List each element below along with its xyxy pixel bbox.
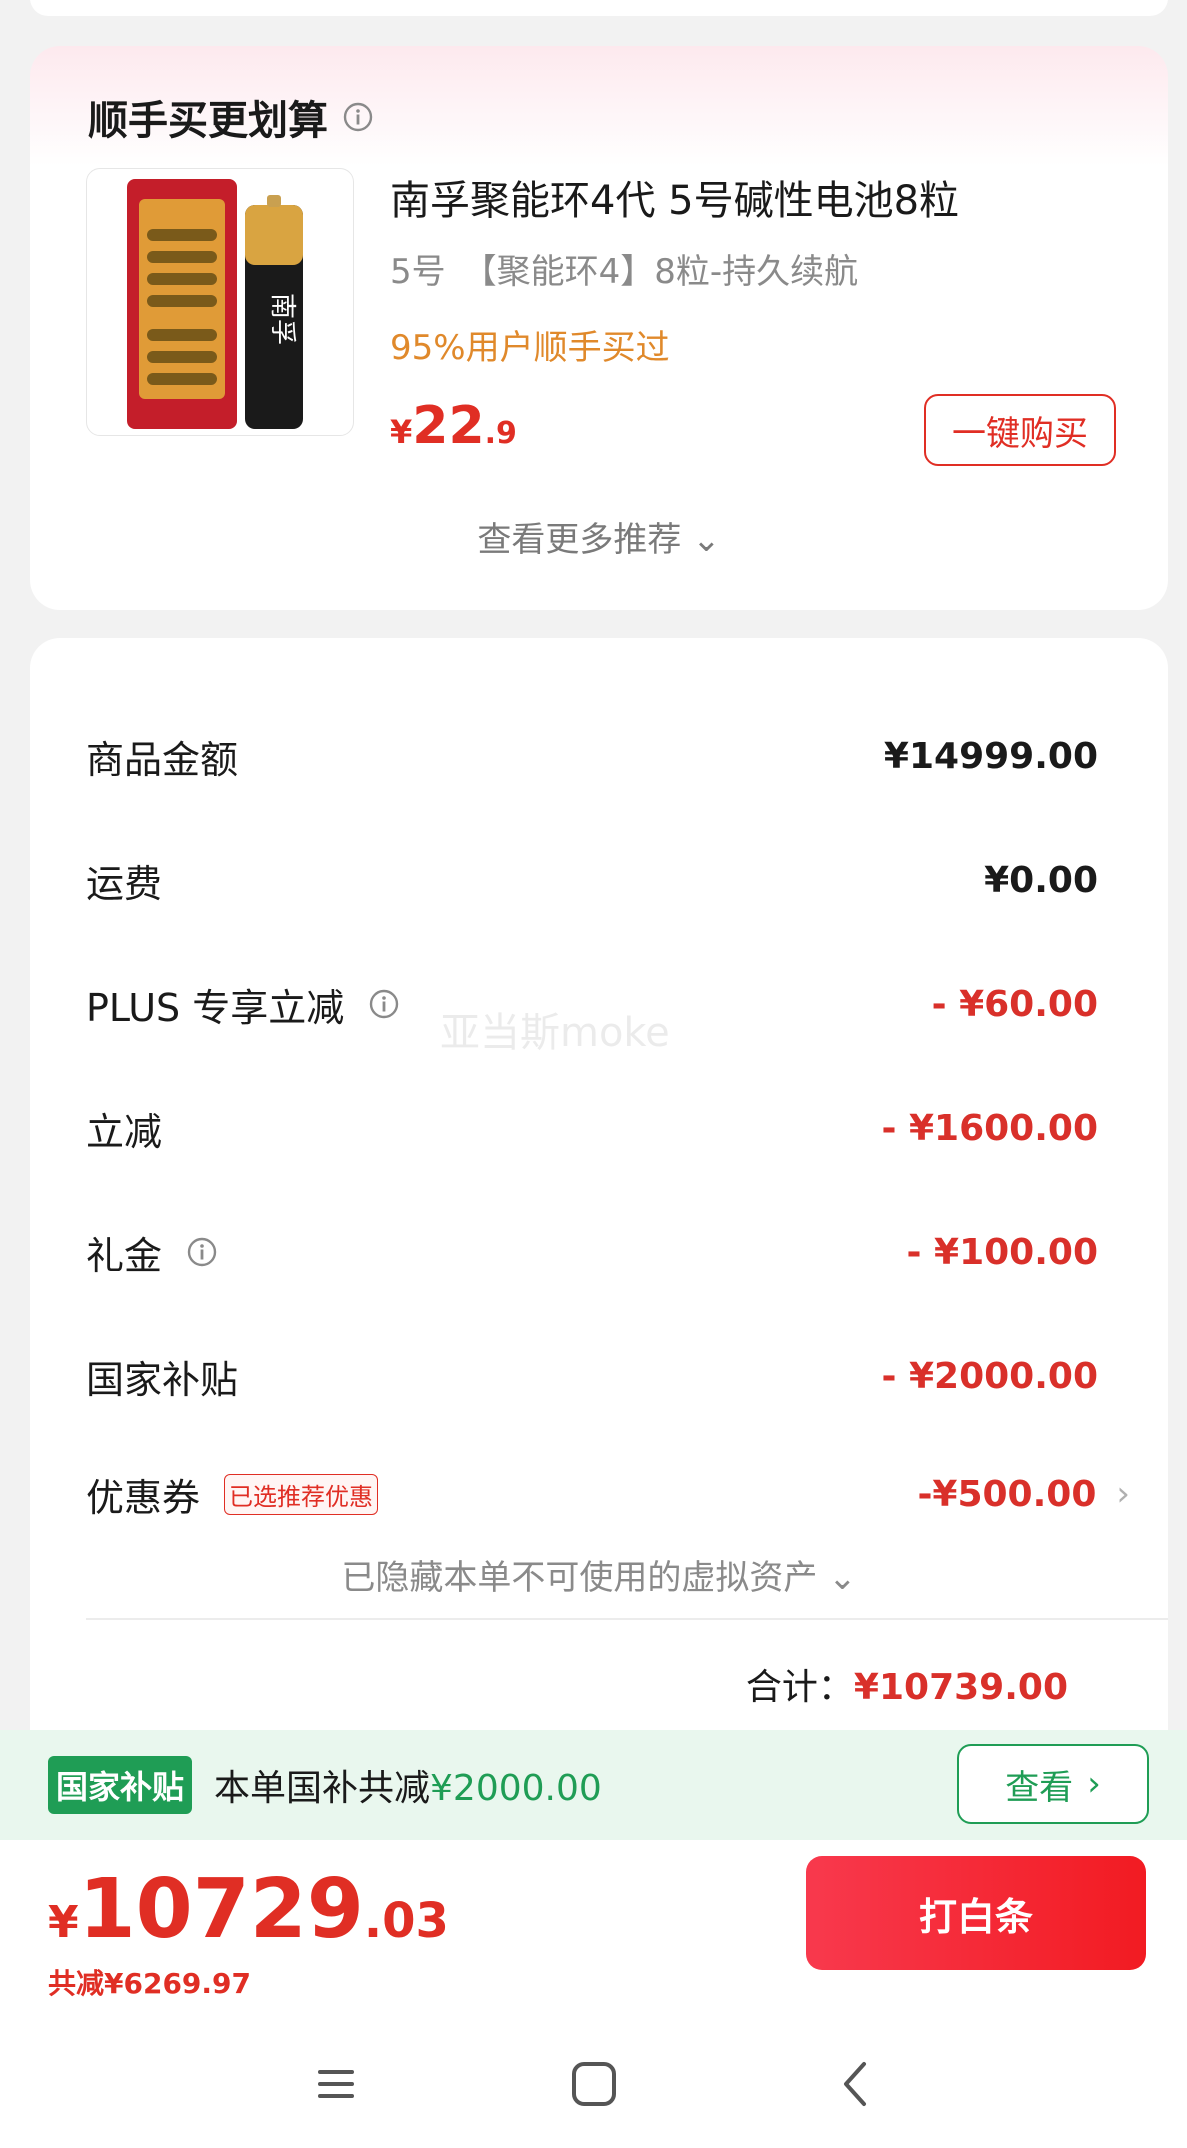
- more-recommendations-link[interactable]: 查看更多推荐 ⌄: [30, 512, 1168, 561]
- bill-label-with-info: 礼金: [86, 1225, 218, 1280]
- subsidy-text-label: 本单国补共减: [214, 1768, 431, 1809]
- info-icon[interactable]: [186, 1236, 218, 1268]
- product-price-currency: ¥: [390, 413, 413, 451]
- battery-brand-text: 南孚: [267, 293, 297, 345]
- bill-row-national-subsidy: 国家补贴 - ¥2000.00: [86, 1346, 1098, 1406]
- bill-row-goods-amount: 商品金额 ¥14999.00: [86, 726, 1098, 786]
- bill-value: -¥500.00: [917, 1473, 1097, 1515]
- recommendation-title: 顺手买更划算: [88, 88, 374, 146]
- product-price-dec: .9: [484, 416, 517, 451]
- home-icon[interactable]: [562, 2052, 626, 2116]
- bill-row-coupon[interactable]: 优惠券 已选推荐优惠 -¥500.00 ›: [86, 1464, 1130, 1524]
- final-price-dec: .03: [363, 1893, 449, 1949]
- back-icon[interactable]: [824, 2052, 888, 2116]
- bill-value: - ¥1600.00: [881, 1107, 1099, 1149]
- bill-value: - ¥60.00: [931, 983, 1098, 1025]
- bill-value: ¥14999.00: [883, 735, 1098, 777]
- bill-row-shipping: 运费 ¥0.00: [86, 850, 1098, 910]
- chevron-right-icon: ›: [1116, 1474, 1130, 1514]
- view-subsidy-button[interactable]: 查看 ›: [957, 1744, 1149, 1824]
- divider: [86, 1618, 1168, 1620]
- one-click-buy-button[interactable]: 一键购买: [924, 394, 1116, 466]
- final-price: ¥10729.03: [48, 1862, 449, 1957]
- product-image[interactable]: 南孚: [86, 168, 354, 436]
- product-spec: 5号 【聚能环4】8粒-持久续航: [390, 252, 859, 292]
- product-price: ¥22.9: [390, 396, 517, 456]
- bill-label-with-info: PLUS 专享立减: [86, 977, 400, 1032]
- bill-label-with-tag: 优惠券 已选推荐优惠: [86, 1467, 379, 1522]
- view-subsidy-label: 查看: [1005, 1767, 1074, 1808]
- system-navigation-bar: [0, 2020, 1187, 2148]
- final-price-currency: ¥: [48, 1897, 79, 1948]
- recommendation-title-text: 顺手买更划算: [88, 98, 328, 144]
- watermark: 亚当斯moke: [440, 1010, 670, 1056]
- order-total: 合计： ¥10739.00: [746, 1658, 1068, 1710]
- checkout-bar: ¥10729.03 共减¥6269.97 打白条: [0, 1840, 1187, 2020]
- product-popularity-hint: 95%用户顺手买过: [390, 328, 670, 368]
- bill-label: 立减: [86, 1109, 163, 1154]
- price-breakdown-card: 商品金额 ¥14999.00 运费 ¥0.00 PLUS 专享立减 - ¥60.…: [30, 638, 1168, 1758]
- bill-value: ¥0.00: [984, 859, 1098, 901]
- final-price-int: 10729: [78, 1862, 364, 1957]
- bill-label: 优惠券: [86, 1475, 201, 1520]
- recommendation-card: 顺手买更划算 南孚 南孚聚能环4代 5号碱性电池8粒 5号 【聚能环4】8粒-持…: [30, 46, 1168, 610]
- hidden-assets-toggle[interactable]: 已隐藏本单不可使用的虚拟资产 ⌄: [30, 1550, 1168, 1599]
- menu-icon[interactable]: [304, 2052, 368, 2116]
- coupon-recommended-tag: 已选推荐优惠: [224, 1473, 379, 1515]
- info-icon[interactable]: [342, 101, 374, 133]
- bill-label: 运费: [86, 861, 163, 906]
- subsidy-amount: ¥2000.00: [430, 1768, 602, 1809]
- bill-label: 商品金额: [86, 737, 239, 782]
- total-label: 合计：: [745, 1667, 854, 1708]
- product-price-int: 22: [412, 396, 485, 456]
- bill-row-instant-discount: 立减 - ¥1600.00: [86, 1098, 1098, 1158]
- pay-baitiao-button[interactable]: 打白条: [806, 1856, 1146, 1970]
- subsidy-badge: 国家补贴: [48, 1756, 193, 1814]
- product-name[interactable]: 南孚聚能环4代 5号碱性电池8粒: [390, 168, 959, 226]
- bill-value: - ¥2000.00: [881, 1355, 1099, 1397]
- total-savings: 共减¥6269.97: [48, 1967, 252, 2000]
- national-subsidy-banner: 国家补贴 本单国补共减¥2000.00 查看 ›: [0, 1730, 1187, 1840]
- bill-label: PLUS 专享立减: [86, 985, 345, 1030]
- previous-card-edge: [30, 0, 1168, 16]
- bill-row-gift-money: 礼金 - ¥100.00: [86, 1222, 1098, 1282]
- info-icon[interactable]: [368, 988, 400, 1020]
- bill-label: 礼金: [86, 1233, 163, 1278]
- subsidy-text: 本单国补共减¥2000.00: [214, 1759, 602, 1811]
- total-amount: ¥10739.00: [853, 1667, 1068, 1708]
- bill-label: 国家补贴: [86, 1357, 239, 1402]
- chevron-right-icon: ›: [1087, 1764, 1101, 1804]
- coupon-value-wrap: -¥500.00 ›: [917, 1474, 1130, 1515]
- bill-value: - ¥100.00: [906, 1231, 1098, 1273]
